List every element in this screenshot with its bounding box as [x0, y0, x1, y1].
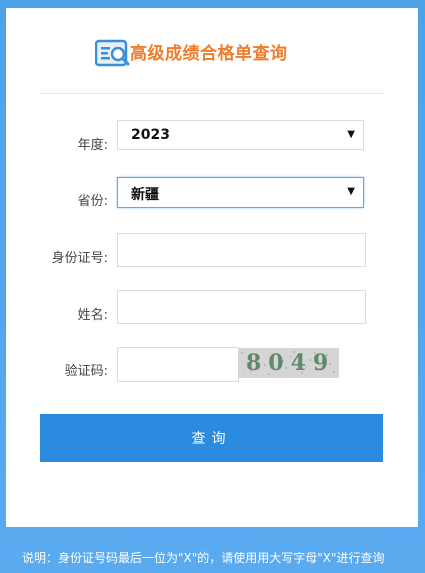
- page-title: 高级成绩合格单查询: [130, 44, 288, 64]
- year-label: 年度:: [77, 138, 108, 153]
- province-label: 省份:: [77, 194, 108, 209]
- chevron-down-icon: ▼: [347, 129, 355, 140]
- header: 高级成绩合格单查询: [40, 8, 384, 94]
- id-number-input[interactable]: [117, 233, 366, 267]
- id-number-label: 身份证号:: [51, 251, 108, 266]
- province-select[interactable]: 新疆 ▼: [117, 177, 364, 208]
- chevron-down-icon: ▼: [347, 186, 355, 197]
- query-button[interactable]: 查询: [40, 414, 383, 462]
- footer-note: 说明：身份证号码最后一位为"X"的，请使用用大写字母"X"进行查询: [22, 551, 385, 565]
- captcha-input[interactable]: [117, 347, 239, 382]
- document-search-icon: [95, 39, 130, 67]
- captcha-label: 验证码:: [64, 364, 108, 379]
- name-label: 姓名:: [77, 308, 108, 323]
- name-input[interactable]: [117, 290, 366, 324]
- captcha-image[interactable]: 8049: [238, 348, 339, 378]
- year-select[interactable]: 2023 ▼: [117, 120, 364, 150]
- captcha-text: 8049: [246, 350, 336, 376]
- year-select-value: 2023: [131, 127, 170, 143]
- query-card: 高级成绩合格单查询 年度: 2023 ▼ 省份: 新疆 ▼ 身份证号: 姓名: …: [6, 8, 418, 527]
- province-select-value: 新疆: [131, 187, 159, 203]
